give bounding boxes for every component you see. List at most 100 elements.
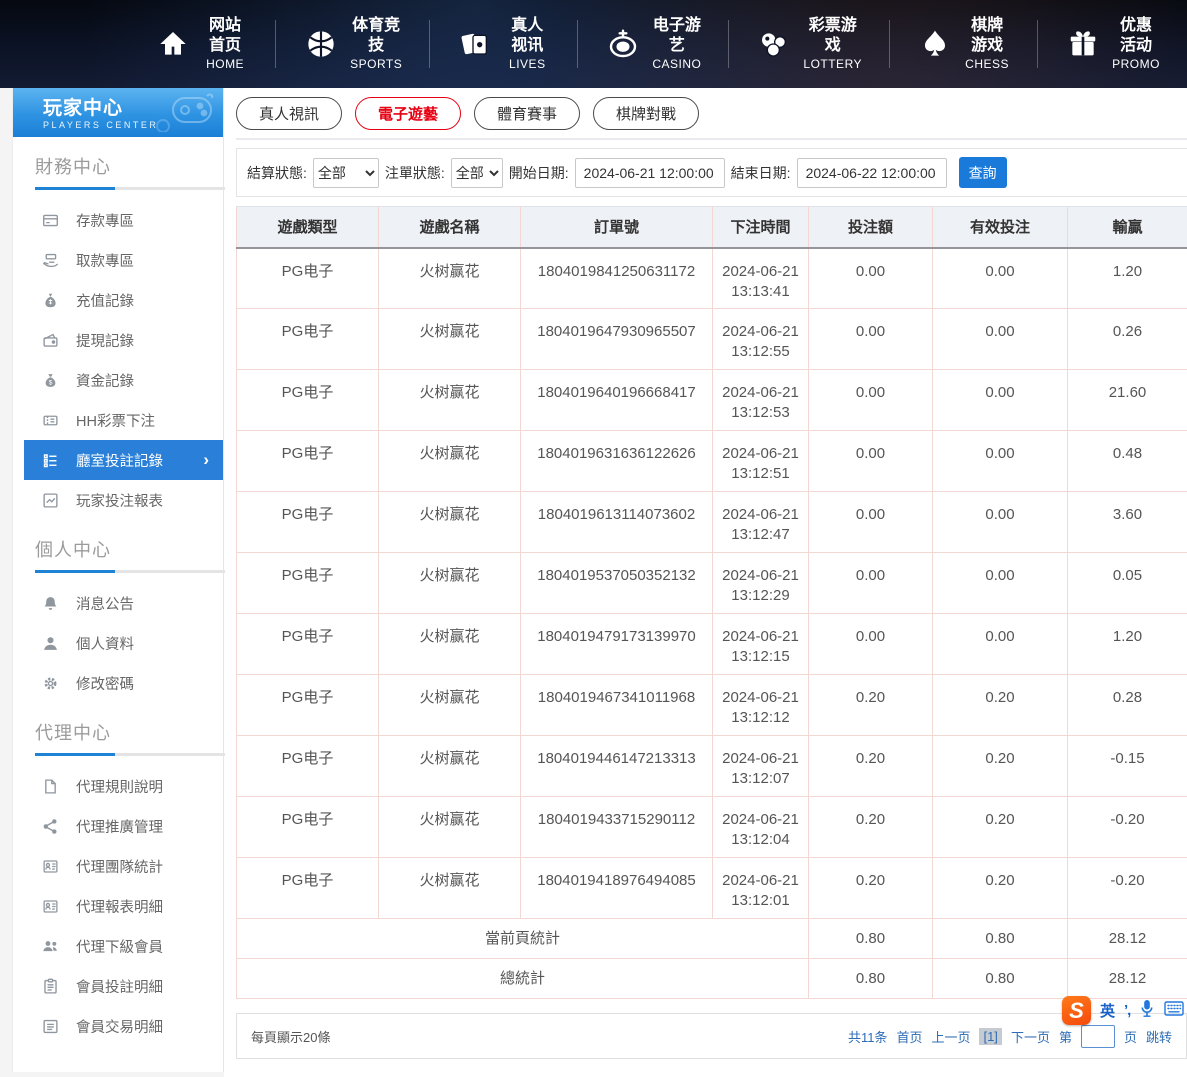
sidebar-item-agent-rules[interactable]: 代理規則說明 xyxy=(13,766,223,806)
member-bet-icon xyxy=(41,977,59,995)
nav-item-lottery[interactable]: 彩票游戏LOTTERY xyxy=(728,20,889,68)
order-status-select[interactable]: 全部 xyxy=(451,158,503,188)
game-type-cell: PG电子 xyxy=(237,248,379,309)
bet-amount-cell: 0.00 xyxy=(809,553,933,614)
sidebar-item-agent-team[interactable]: 代理團隊統計 xyxy=(13,846,223,886)
keyboard-icon[interactable] xyxy=(1164,1001,1184,1021)
agent-report-icon xyxy=(41,897,59,915)
sidebar-item-notice[interactable]: 消息公告 xyxy=(13,583,223,623)
sidebar-item-withdraw[interactable]: 取款專區 xyxy=(13,240,223,280)
sidebar-item-member-trans[interactable]: 會員交易明細 xyxy=(13,1006,223,1046)
search-button[interactable]: 查詢 xyxy=(959,157,1007,188)
sidebar-item-password[interactable]: 修改密碼 xyxy=(13,663,223,703)
summary-label-cell: 當前頁統計 xyxy=(237,919,809,959)
tab-1-active[interactable]: 電子遊藝 xyxy=(355,97,461,130)
sidebar-item-label: 充值記錄 xyxy=(76,290,134,311)
sidebar-item-profile[interactable]: 個人資料 xyxy=(13,623,223,663)
password-icon xyxy=(41,674,59,692)
order-number-cell: 1804019479173139970 xyxy=(521,614,713,675)
game-category-tabs: 真人視訊電子遊藝體育賽事棋牌對戰 xyxy=(236,88,1187,140)
sidebar-item-funds-record[interactable]: $資金記錄 xyxy=(13,360,223,400)
member-trans-icon xyxy=(41,1017,59,1035)
tab-0[interactable]: 真人視訊 xyxy=(236,97,342,130)
bet-time-cell: 2024-06-2113:12:55 xyxy=(713,309,809,370)
notice-icon xyxy=(41,594,59,612)
summary-row: 總統計0.800.8028.12 xyxy=(237,959,1187,999)
section-underline xyxy=(35,570,225,573)
bet-time-cell: 2024-06-2113:12:04 xyxy=(713,797,809,858)
nav-label-zh: 网站首页 xyxy=(202,16,248,56)
nav-item-sports[interactable]: 体育竞技SPORTS xyxy=(275,20,429,68)
summary-bet-cell: 0.80 xyxy=(809,919,933,959)
bet-time-cell: 2024-06-2113:13:41 xyxy=(713,248,809,309)
top-navigation: 网站首页HOME体育竞技SPORTS真人视讯LIVES电子游艺CASINO彩票游… xyxy=(0,0,1187,88)
column-header: 投注額 xyxy=(809,207,933,248)
table-header-row: 遊戲類型遊戲名稱訂單號下注時間投注額有效投注輸贏 xyxy=(237,207,1187,248)
withdrawal-record-icon xyxy=(41,331,59,349)
sogou-logo-icon[interactable]: S xyxy=(1062,996,1091,1025)
pagination-bar: 每頁顯示20條 共11条 首页 上一页 [1] 下一页 第 页 跳转 xyxy=(236,1013,1187,1059)
ime-language-toggle[interactable]: 英 xyxy=(1100,1000,1115,1021)
prev-page-link[interactable]: 上一页 xyxy=(931,1027,970,1046)
order-number-cell: 1804019647930965507 xyxy=(521,309,713,370)
order-number-cell: 1804019433715290112 xyxy=(521,797,713,858)
bet-amount-cell: 0.20 xyxy=(809,675,933,736)
agent-team-icon xyxy=(41,857,59,875)
tab-2[interactable]: 體育賽事 xyxy=(474,97,580,130)
next-page-link[interactable]: 下一页 xyxy=(1011,1027,1050,1046)
sidebar-item-label: 會員投註明細 xyxy=(76,976,163,997)
ime-punctuation-toggle[interactable]: ’, xyxy=(1124,1002,1130,1019)
game-type-cell: PG电子 xyxy=(237,675,379,736)
tab-3[interactable]: 棋牌對戰 xyxy=(593,97,699,130)
chevron-right-icon: › xyxy=(203,450,223,470)
settle-status-select[interactable]: 全部 xyxy=(313,158,379,188)
sidebar-item-agent-report[interactable]: 代理報表明細 xyxy=(13,886,223,926)
sidebar-item-label: 玩家投注報表 xyxy=(76,490,163,511)
winloss-cell: 1.20 xyxy=(1068,248,1187,309)
winloss-cell: 21.60 xyxy=(1068,370,1187,431)
sidebar-item-player-report[interactable]: 玩家投注報表 xyxy=(13,480,223,520)
table-row: PG电子火树赢花18040196131140736022024-06-2113:… xyxy=(237,492,1187,553)
sidebar-item-agent-members[interactable]: 代理下級會員 xyxy=(13,926,223,966)
nav-label-en: LIVES xyxy=(504,56,550,72)
nav-item-promo[interactable]: 优惠活动PROMO xyxy=(1037,20,1187,68)
start-date-input[interactable] xyxy=(575,158,725,188)
first-page-link[interactable]: 首页 xyxy=(896,1027,922,1046)
winloss-cell: -0.20 xyxy=(1068,858,1187,919)
summary-label-cell: 總統計 xyxy=(237,959,809,999)
sidebar-item-withdrawal-record[interactable]: 提現記錄 xyxy=(13,320,223,360)
sidebar-item-lottery-bet[interactable]: HH彩票下注 xyxy=(13,400,223,440)
bet-amount-cell: 0.00 xyxy=(809,370,933,431)
bet-time-cell: 2024-06-2113:12:07 xyxy=(713,736,809,797)
sidebar-panel: 玩家中心 PLAYERS CENTER 財務中心存款專區取款專區充值記錄提現記錄… xyxy=(12,88,224,1072)
nav-label-en: CASINO xyxy=(652,56,701,72)
sidebar-item-agent-promo[interactable]: 代理推廣管理 xyxy=(13,806,223,846)
nav-item-chess[interactable]: 棋牌游戏CHESS xyxy=(889,20,1037,68)
sidebar-item-deposit[interactable]: 存款專區 xyxy=(13,200,223,240)
jump-button[interactable]: 跳转 xyxy=(1146,1027,1172,1046)
winloss-cell: 0.05 xyxy=(1068,553,1187,614)
sidebar-item-label: 存款專區 xyxy=(76,210,134,231)
bet-time-cell: 2024-06-2113:12:51 xyxy=(713,431,809,492)
nav-item-home[interactable]: 网站首页HOME xyxy=(128,20,275,68)
valid-bet-cell: 0.00 xyxy=(933,431,1068,492)
end-date-input[interactable] xyxy=(797,158,947,188)
pager: 共11条 首页 上一页 [1] 下一页 第 页 跳转 xyxy=(848,1025,1172,1048)
sidebar-section-title: 個人中心 xyxy=(35,536,223,562)
sidebar-item-recharge-record[interactable]: 充值記錄 xyxy=(13,280,223,320)
sidebar-item-member-bet[interactable]: 會員投註明細 xyxy=(13,966,223,1006)
top-navigation-items: 网站首页HOME体育竞技SPORTS真人视讯LIVES电子游艺CASINO彩票游… xyxy=(128,20,1187,68)
end-date-label: 結束日期: xyxy=(731,163,791,183)
nav-item-casino[interactable]: 电子游艺CASINO xyxy=(577,20,728,68)
valid-bet-cell: 0.00 xyxy=(933,492,1068,553)
game-type-cell: PG电子 xyxy=(237,431,379,492)
jump-page-input[interactable] xyxy=(1081,1025,1115,1048)
sidebar-item-label: 資金記錄 xyxy=(76,370,134,391)
sidebar-item-label: 個人資料 xyxy=(76,633,134,654)
order-number-cell: 1804019418976494085 xyxy=(521,858,713,919)
nav-item-lives[interactable]: 真人视讯LIVES xyxy=(429,20,577,68)
table-row: PG电子火树赢花18040194673410119682024-06-2113:… xyxy=(237,675,1187,736)
sidebar-item-room-bet-record[interactable]: 廳室投註記錄› xyxy=(24,440,223,480)
microphone-icon[interactable] xyxy=(1139,999,1155,1022)
order-number-cell: 1804019631636122626 xyxy=(521,431,713,492)
